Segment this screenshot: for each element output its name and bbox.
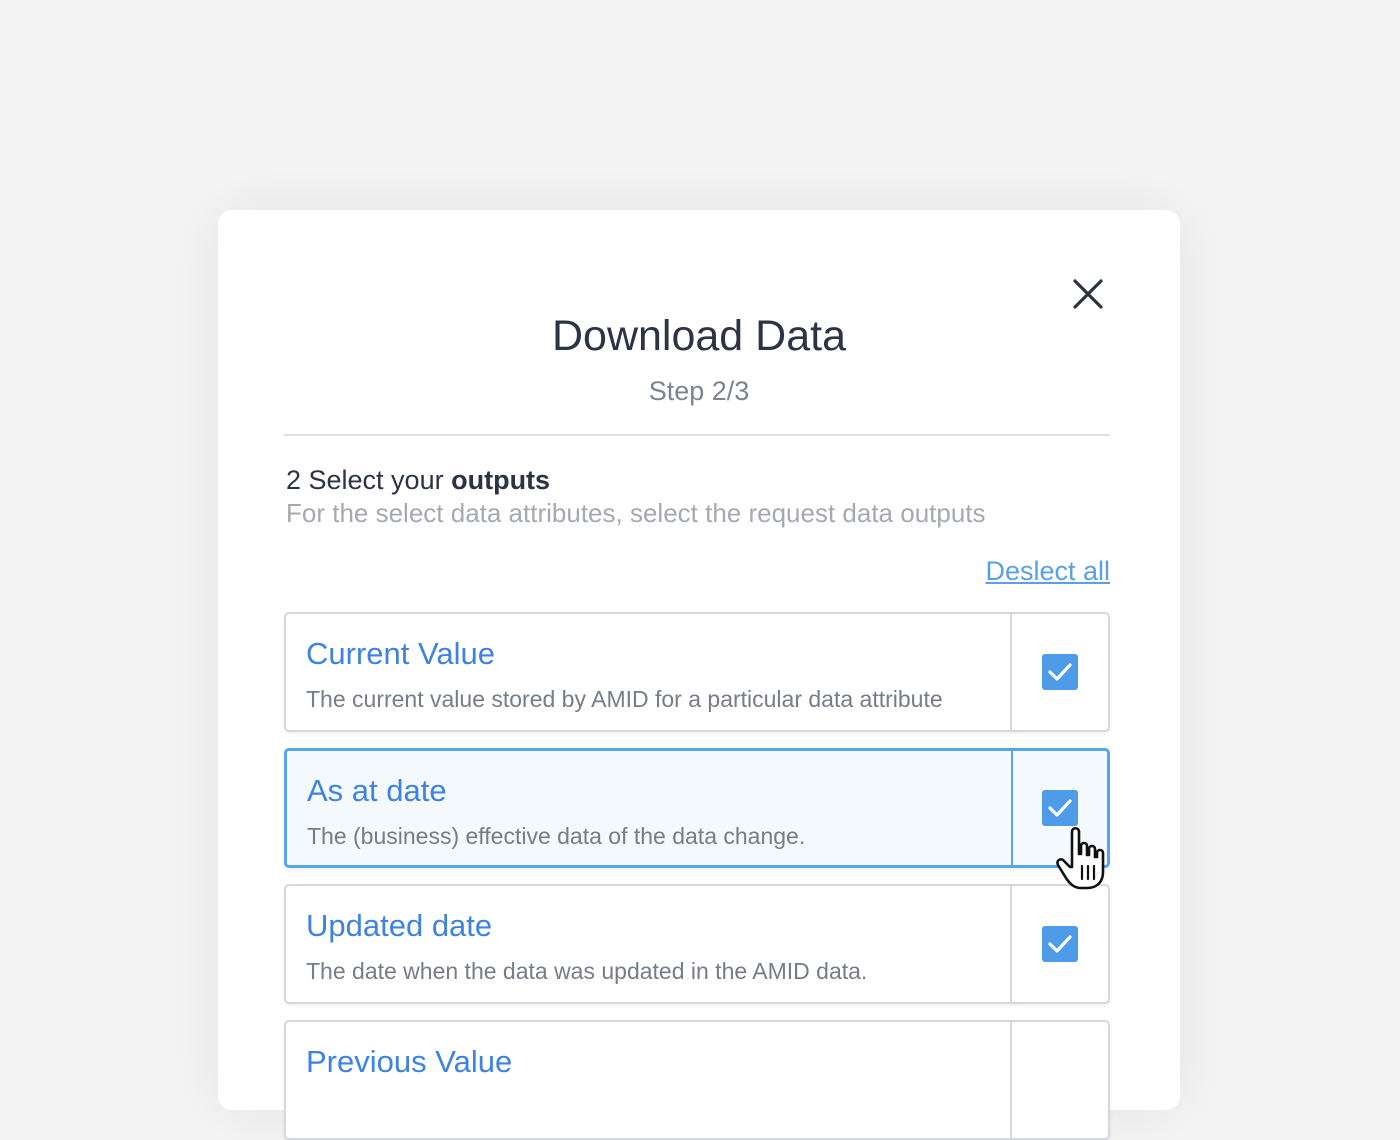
option-as-at-date[interactable]: As at date The (business) effective data… — [284, 748, 1110, 868]
option-title: Updated date — [306, 908, 493, 943]
option-title: Previous Value — [306, 1044, 513, 1079]
option-description: The current value stored by AMID for a p… — [306, 686, 943, 712]
section-heading: 2 Select your outputs — [286, 465, 550, 496]
section-description: For the select data attributes, select t… — [286, 498, 986, 528]
option-title: As at date — [307, 773, 447, 808]
close-icon — [1073, 279, 1103, 309]
close-button[interactable] — [1070, 276, 1106, 312]
checkmark-icon — [1048, 935, 1072, 953]
checkmark-icon — [1048, 799, 1072, 817]
download-data-dialog: Download Data Step 2/3 2 Select your out… — [218, 210, 1180, 1140]
section-heading-bold: outputs — [451, 465, 551, 495]
option-current-value[interactable]: Current Value The current value stored b… — [284, 612, 1110, 732]
step-indicator: Step 2/3 — [648, 376, 750, 406]
option-checkbox-as-at-date[interactable] — [1042, 790, 1078, 826]
deselect-all-link[interactable]: Deslect all — [985, 556, 1110, 587]
option-updated-date[interactable]: Updated date The date when the data was … — [284, 884, 1110, 1004]
option-checkbox-current-value[interactable] — [1042, 654, 1078, 690]
checkmark-icon — [1048, 663, 1072, 681]
option-separator — [1010, 1022, 1012, 1138]
option-checkbox-updated-date[interactable] — [1042, 926, 1078, 962]
option-previous-value[interactable]: Previous Value — [284, 1020, 1110, 1140]
option-separator — [1011, 751, 1013, 865]
option-description: The date when the data was updated in th… — [306, 958, 868, 984]
section-heading-prefix: 2 Select your — [286, 465, 452, 495]
divider — [284, 434, 1110, 436]
option-separator — [1010, 614, 1012, 730]
option-description: The (business) effective data of the dat… — [307, 823, 806, 849]
option-separator — [1010, 886, 1012, 1002]
dialog-title: Download Data — [551, 312, 846, 360]
option-title: Current Value — [306, 636, 495, 671]
